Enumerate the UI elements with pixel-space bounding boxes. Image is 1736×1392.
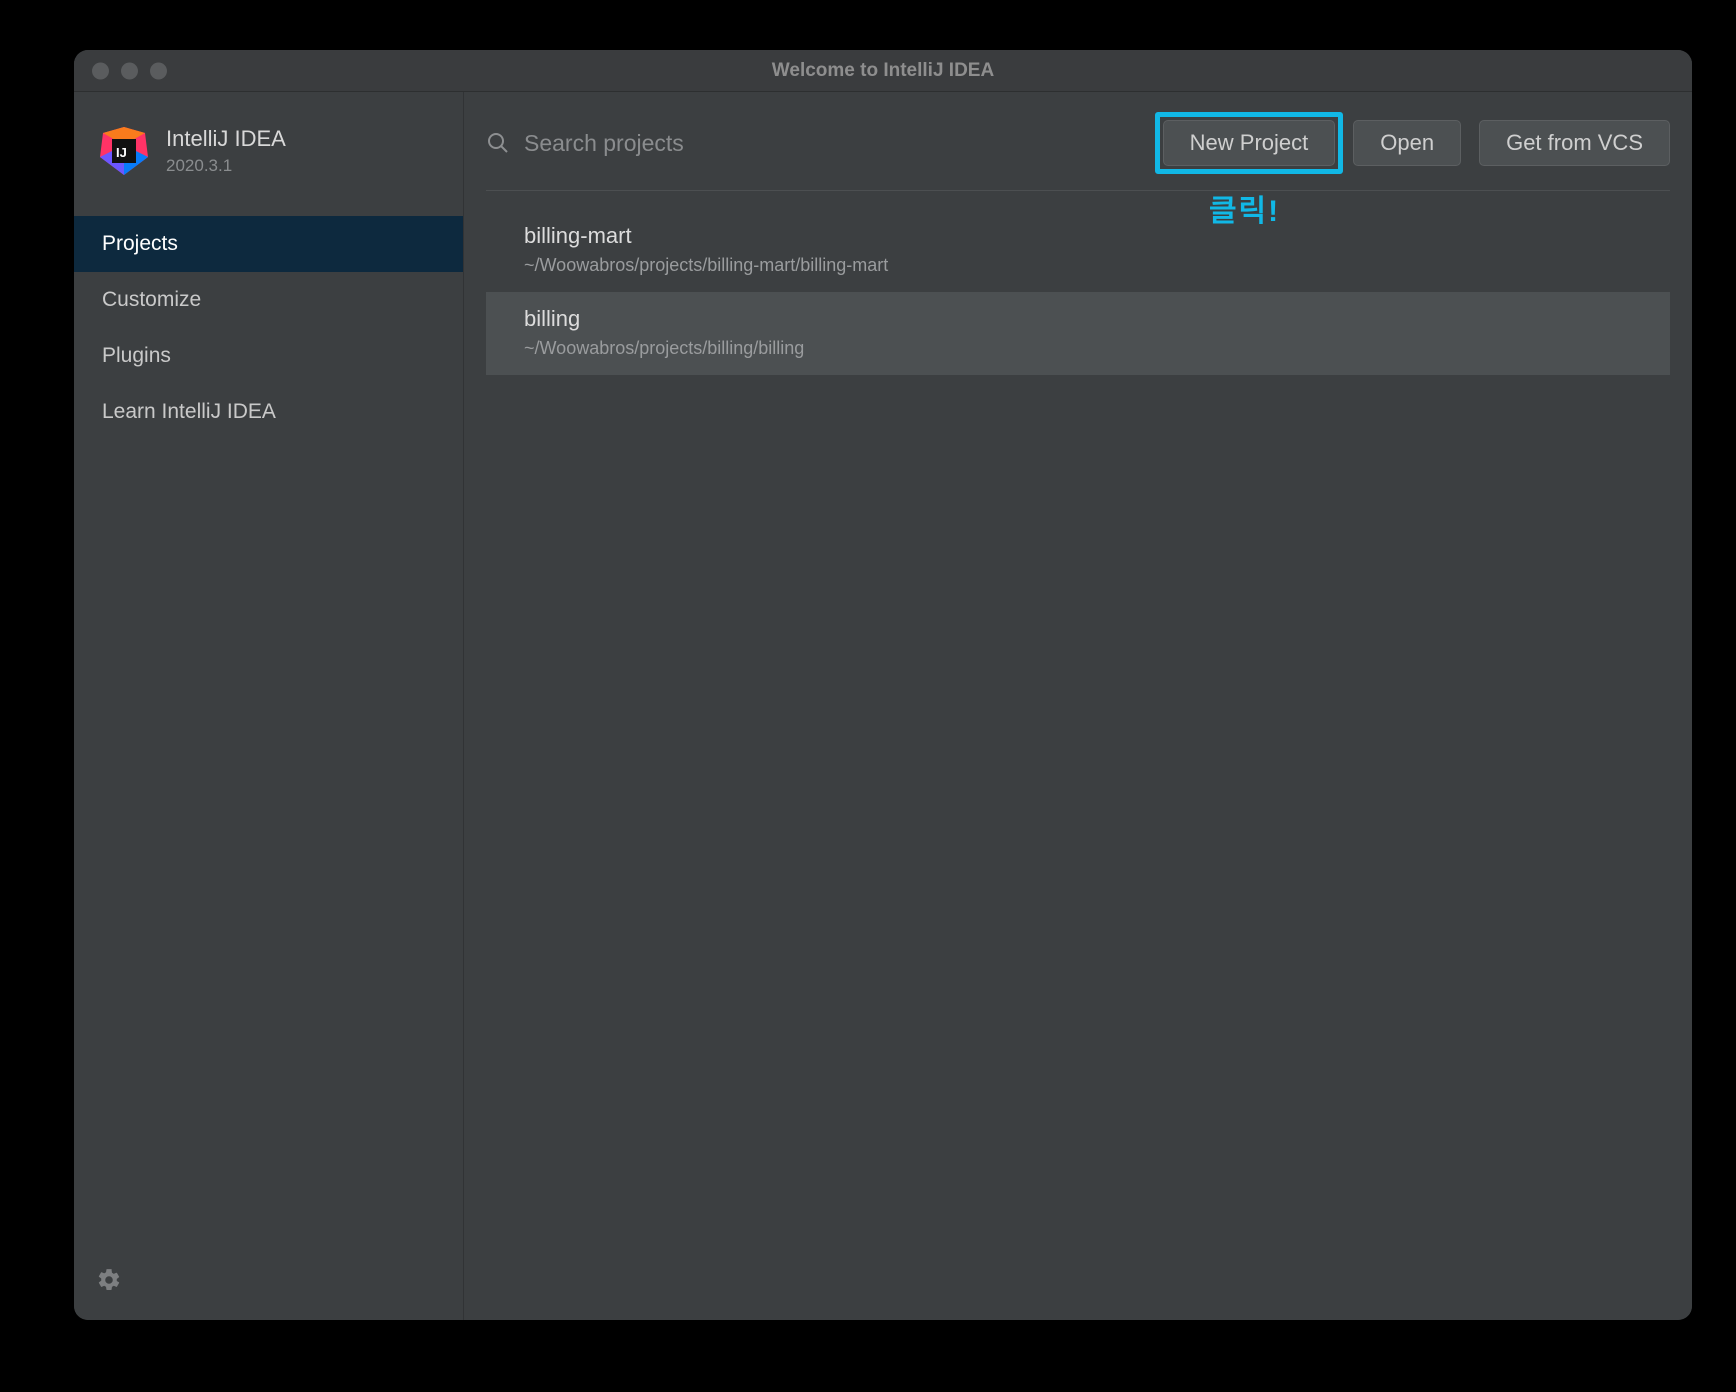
project-item[interactable]: billing-mart ~/Woowabros/projects/billin… (486, 209, 1670, 292)
annotation-click-label: 클릭! (1209, 186, 1280, 230)
project-list: billing-mart ~/Woowabros/projects/billin… (486, 191, 1670, 375)
sidebar-item-customize[interactable]: Customize (74, 272, 463, 328)
main-panel: New Project Open Get from VCS billing-ma… (464, 92, 1692, 1320)
top-bar: New Project Open Get from VCS (486, 92, 1670, 191)
window-body: IJ IntelliJ IDEA 2020.3.1 Projects Custo… (74, 92, 1692, 1320)
project-path: ~/Woowabros/projects/billing-mart/billin… (524, 255, 1648, 276)
project-path: ~/Woowabros/projects/billing/billing (524, 338, 1648, 359)
sidebar: IJ IntelliJ IDEA 2020.3.1 Projects Custo… (74, 92, 464, 1320)
sidebar-nav: Projects Customize Plugins Learn Intelli… (74, 216, 463, 440)
product-name: IntelliJ IDEA (166, 126, 286, 152)
project-name: billing-mart (524, 223, 1648, 249)
search-input[interactable] (524, 130, 1145, 157)
get-from-vcs-button[interactable]: Get from VCS (1479, 120, 1670, 166)
product-version: 2020.3.1 (166, 156, 286, 176)
title-bar: Welcome to IntelliJ IDEA (74, 50, 1692, 92)
open-button[interactable]: Open (1353, 120, 1461, 166)
window-title: Welcome to IntelliJ IDEA (74, 60, 1692, 82)
traffic-lights (92, 62, 167, 79)
sidebar-item-learn[interactable]: Learn IntelliJ IDEA (74, 384, 463, 440)
welcome-window: Welcome to IntelliJ IDEA IJ IntelliJ IDE… (74, 50, 1692, 1320)
search-wrap (486, 130, 1145, 157)
maximize-icon[interactable] (150, 62, 167, 79)
sidebar-item-plugins[interactable]: Plugins (74, 328, 463, 384)
gear-icon[interactable] (96, 1267, 122, 1293)
sidebar-item-projects[interactable]: Projects (74, 216, 463, 272)
project-item[interactable]: billing ~/Woowabros/projects/billing/bil… (486, 292, 1670, 375)
intellij-logo-icon: IJ (100, 127, 148, 175)
new-project-button[interactable]: New Project (1163, 120, 1336, 166)
svg-text:IJ: IJ (116, 145, 127, 160)
close-icon[interactable] (92, 62, 109, 79)
brand-text: IntelliJ IDEA 2020.3.1 (166, 126, 286, 176)
brand-block: IJ IntelliJ IDEA 2020.3.1 (74, 92, 463, 216)
minimize-icon[interactable] (121, 62, 138, 79)
sidebar-footer (74, 1253, 463, 1320)
search-icon (486, 131, 510, 155)
project-name: billing (524, 306, 1648, 332)
